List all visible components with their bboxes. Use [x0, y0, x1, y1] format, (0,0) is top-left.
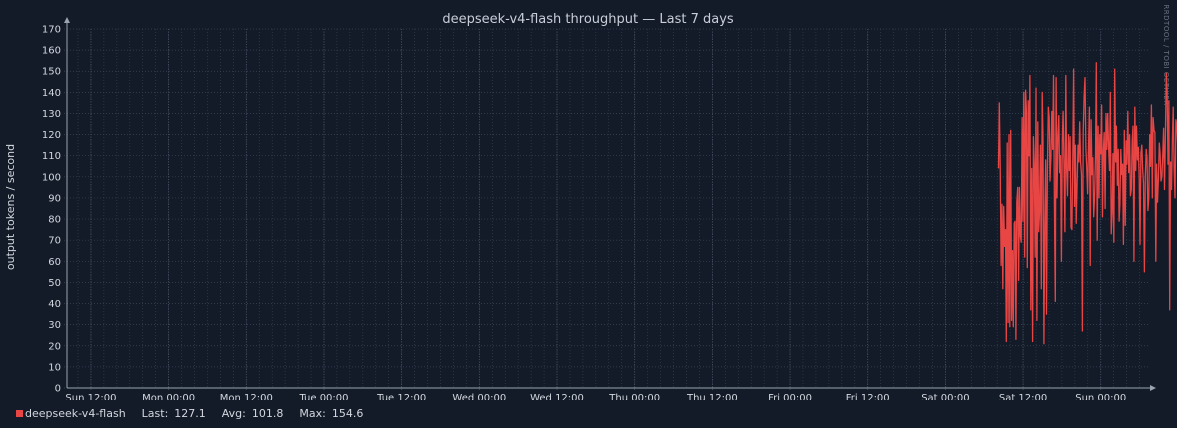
y-tick-label: 100	[42, 172, 61, 183]
y-tick-label: 130	[42, 109, 61, 120]
y-tick-label: 170	[42, 25, 61, 36]
x-tick-label: Tue 00:00	[298, 393, 348, 400]
x-tick-label: Sun 12:00	[65, 393, 116, 400]
x-tick-label: Wed 12:00	[530, 393, 584, 400]
y-tick-label: 50	[48, 278, 61, 289]
x-tick-label: Sun 00:00	[1075, 393, 1126, 400]
grid-layer	[64, 28, 1148, 391]
x-tick-label: Sat 12:00	[999, 393, 1047, 400]
x-tick-label: Tue 12:00	[376, 393, 426, 400]
y-tick-label: 10	[48, 362, 61, 373]
y-tick-label: 110	[42, 151, 61, 162]
y-tick-label: 90	[48, 193, 61, 204]
y-tick-label: 80	[48, 215, 61, 226]
x-tick-label: Mon 00:00	[142, 393, 195, 400]
legend-max-value: 154.6	[331, 407, 364, 420]
x-axis-arrow	[1150, 385, 1156, 391]
y-tick-label: 160	[42, 46, 61, 57]
y-tick-label: 30	[48, 320, 61, 331]
y-tick-label: 20	[48, 341, 61, 352]
legend-max-label: Max:	[299, 407, 326, 420]
x-tick-label: Fri 00:00	[768, 393, 812, 400]
x-tick-label: Wed 00:00	[452, 393, 506, 400]
y-tick-label: 150	[42, 67, 61, 78]
axis-layer: Sun 12:00 Mon 00:00 Mon 12:00 Tue 00:00 Tue …	[42, 17, 1156, 400]
x-tick-label: Mon 12:00	[220, 393, 273, 400]
x-tick-label: Thu 12:00	[686, 393, 738, 400]
y-tick-label: 120	[42, 130, 61, 141]
legend-avg-label: Avg:	[221, 407, 246, 420]
y-tick-label: 60	[48, 257, 61, 268]
legend-last-value: 127.1	[174, 407, 206, 420]
legend-series-name: deepseek-v4-flash	[25, 407, 126, 420]
y-tick-label: 140	[42, 88, 61, 99]
legend-swatch	[16, 410, 23, 417]
x-tick-label: Sat 00:00	[921, 393, 969, 400]
x-tick-label: Thu 00:00	[608, 393, 660, 400]
y-tick-label: 0	[55, 384, 61, 395]
y-tick-label: 70	[48, 236, 61, 247]
chart-title: deepseek-v4-flash throughput — Last 7 da…	[442, 12, 734, 27]
y-axis-label: output tokens / second	[4, 144, 17, 270]
throughput-chart: deepseek-v4-flash throughput — Last 7 da…	[4, 4, 1177, 400]
legend-last-label: Last:	[141, 407, 169, 420]
y-axis-arrow	[64, 17, 70, 23]
y-tick-label: 40	[48, 299, 61, 310]
legend: deepseek-v4-flash Last: 127.1 Avg: 101.8…	[16, 407, 363, 420]
legend-avg-value: 101.8	[251, 407, 284, 420]
x-tick-label: Fri 12:00	[846, 393, 890, 400]
